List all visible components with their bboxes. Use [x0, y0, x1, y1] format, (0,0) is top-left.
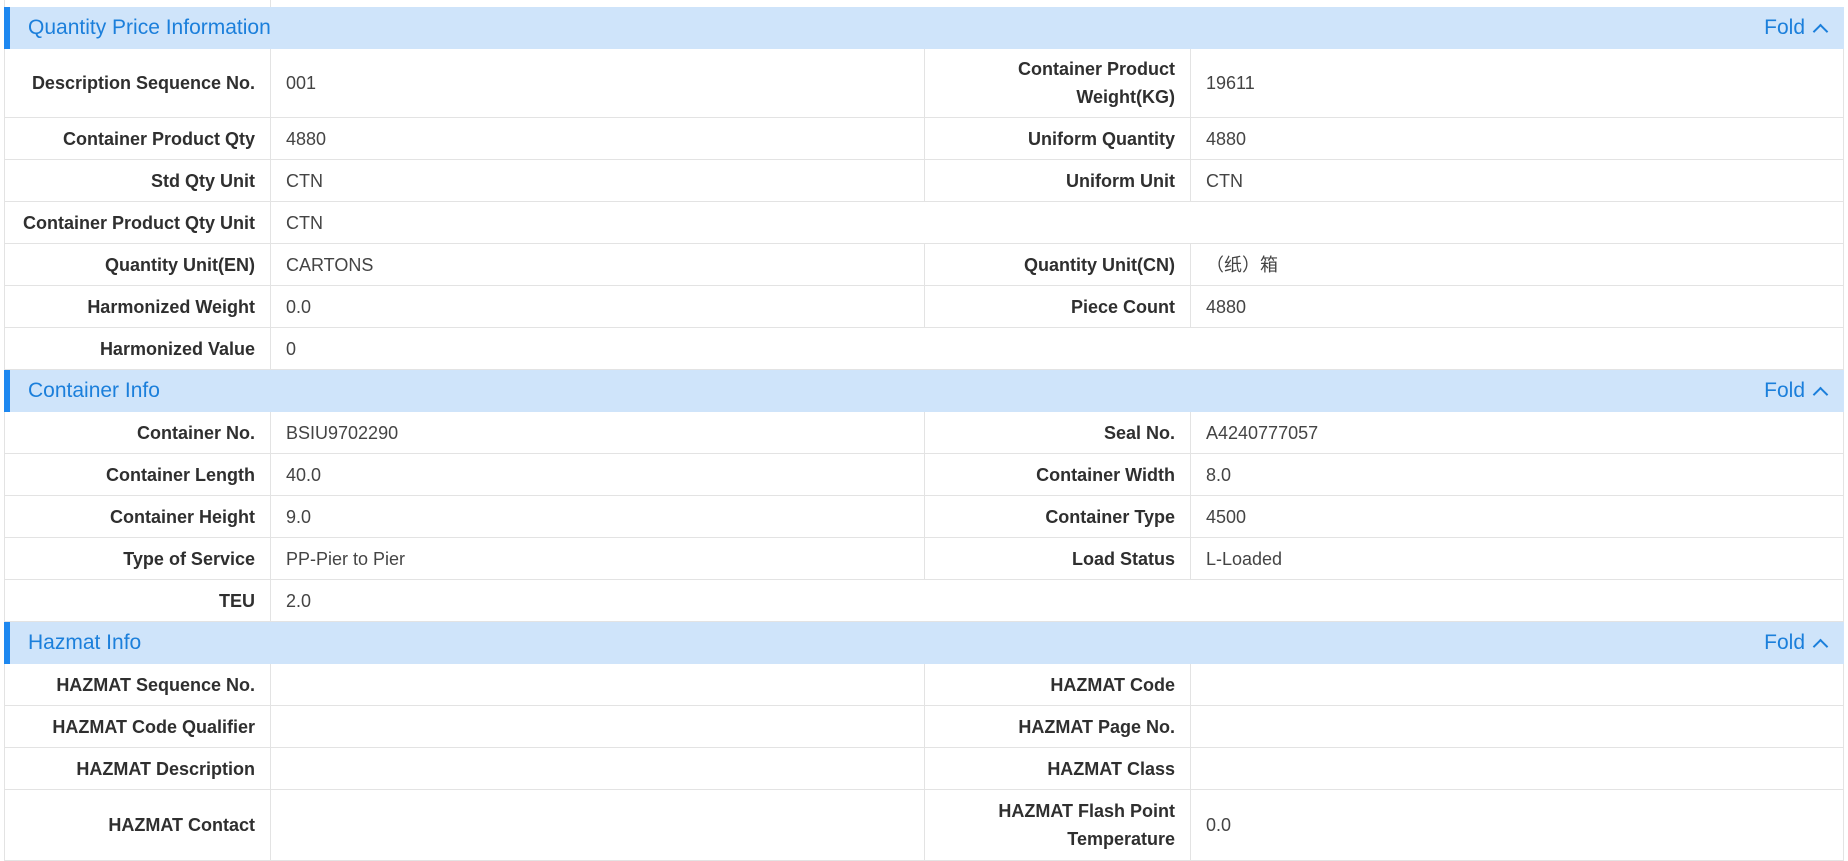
field-value: 4880 [271, 118, 925, 159]
field-value: 4880 [1206, 296, 1247, 317]
field-row: Std Qty Unit CTN Uniform Unit CTN [4, 160, 1844, 202]
top-divider [4, 0, 1844, 7]
field-value: 40.0 [271, 454, 925, 495]
field-value: L-Loaded [1206, 548, 1283, 569]
field-row: Description Sequence No. 001 Container P… [4, 49, 1844, 118]
field-label: Container Height [5, 496, 271, 537]
section-header-quantity-price: Quantity Price Information Fold [4, 7, 1844, 49]
field-value: 4880 [1206, 128, 1247, 149]
field-value: CTN [1206, 170, 1243, 191]
fold-label[interactable]: Fold [1764, 16, 1805, 40]
field-label: Quantity Unit(CN) [925, 244, 1191, 285]
field-row: TEU 2.0 [4, 580, 1844, 622]
field-value: 2.0 [286, 590, 312, 611]
field-value: CARTONS [271, 244, 925, 285]
field-label: Container Length [5, 454, 271, 495]
field-label: Container Product Qty [5, 118, 271, 159]
field-value: 9.0 [271, 496, 925, 537]
field-label: Type of Service [5, 538, 271, 579]
field-label: HAZMAT Class [925, 748, 1191, 789]
field-row: Harmonized Weight 0.0 Piece Count 4880 [4, 286, 1844, 328]
field-label: HAZMAT Contact [5, 790, 271, 860]
field-label: Container Product Weight(KG) [925, 49, 1191, 117]
field-label: Container Type [925, 496, 1191, 537]
field-value: 001 [271, 49, 925, 117]
fold-label[interactable]: Fold [1764, 379, 1805, 403]
fold-label[interactable]: Fold [1764, 631, 1805, 655]
field-label: Piece Count [925, 286, 1191, 327]
field-value: A4240777057 [1206, 422, 1319, 443]
field-label: Container Width [925, 454, 1191, 495]
field-value: 0 [286, 338, 297, 359]
field-row: Type of Service PP-Pier to Pier Load Sta… [4, 538, 1844, 580]
field-value [271, 748, 925, 789]
field-label: Container Product Qty Unit [5, 202, 271, 243]
field-row: Quantity Unit(EN) CARTONS Quantity Unit(… [4, 244, 1844, 286]
field-value [1191, 748, 1843, 789]
field-value [271, 706, 925, 747]
detail-page: Quantity Price Information Fold Descript… [4, 0, 1844, 861]
field-label: Uniform Unit [925, 160, 1191, 201]
field-value [271, 664, 925, 705]
field-label: HAZMAT Code Qualifier [5, 706, 271, 747]
field-label: Harmonized Value [5, 328, 271, 369]
field-value: 0.0 [271, 286, 925, 327]
section-title: Quantity Price Information [28, 16, 271, 39]
field-label: Description Sequence No. [5, 49, 271, 117]
chevron-up-icon[interactable] [1812, 23, 1829, 39]
field-value: CTN [286, 212, 323, 233]
field-value: CTN [271, 160, 925, 201]
field-row: HAZMAT Sequence No. HAZMAT Code [4, 664, 1844, 706]
field-row: HAZMAT Description HAZMAT Class [4, 748, 1844, 790]
field-row: Harmonized Value 0 [4, 328, 1844, 370]
section-title: Hazmat Info [28, 631, 142, 654]
field-value [1191, 664, 1843, 705]
field-row: Container Product Qty 4880 Uniform Quant… [4, 118, 1844, 160]
field-value: BSIU9702290 [271, 412, 925, 453]
chevron-up-icon[interactable] [1812, 386, 1829, 402]
fold-toggle[interactable]: Fold [1764, 370, 1829, 412]
field-label: HAZMAT Sequence No. [5, 664, 271, 705]
fold-toggle[interactable]: Fold [1764, 622, 1829, 664]
field-label: Harmonized Weight [5, 286, 271, 327]
field-row: Container Height 9.0 Container Type 4500 [4, 496, 1844, 538]
field-value: 19611 [1206, 73, 1255, 93]
field-label: Quantity Unit(EN) [5, 244, 271, 285]
section-header-container-info: Container Info Fold [4, 370, 1844, 412]
section-title: Container Info [28, 379, 160, 402]
field-value: 4500 [1206, 506, 1247, 527]
field-row: Container No. BSIU9702290 Seal No. A4240… [4, 412, 1844, 454]
field-value: PP-Pier to Pier [271, 538, 925, 579]
field-value: （纸）箱 [1206, 254, 1278, 275]
field-value [271, 790, 925, 860]
field-row: Container Product Qty Unit CTN [4, 202, 1844, 244]
field-value: 8.0 [1206, 464, 1232, 485]
field-label: Seal No. [925, 412, 1191, 453]
chevron-up-icon[interactable] [1812, 638, 1829, 654]
field-row: HAZMAT Contact HAZMAT Flash Point Temper… [4, 790, 1844, 861]
field-label: HAZMAT Page No. [925, 706, 1191, 747]
field-label: Uniform Quantity [925, 118, 1191, 159]
fold-toggle[interactable]: Fold [1764, 7, 1829, 49]
field-row: HAZMAT Code Qualifier HAZMAT Page No. [4, 706, 1844, 748]
field-row: Container Length 40.0 Container Width 8.… [4, 454, 1844, 496]
field-label: HAZMAT Flash Point Temperature [925, 790, 1191, 860]
field-label: TEU [5, 580, 271, 621]
field-label: HAZMAT Description [5, 748, 271, 789]
section-header-hazmat-info: Hazmat Info Fold [4, 622, 1844, 664]
field-label: HAZMAT Code [925, 664, 1191, 705]
field-value: 0.0 [1206, 815, 1232, 835]
field-value [1191, 706, 1843, 747]
field-label: Std Qty Unit [5, 160, 271, 201]
field-label: Load Status [925, 538, 1191, 579]
field-label: Container No. [5, 412, 271, 453]
